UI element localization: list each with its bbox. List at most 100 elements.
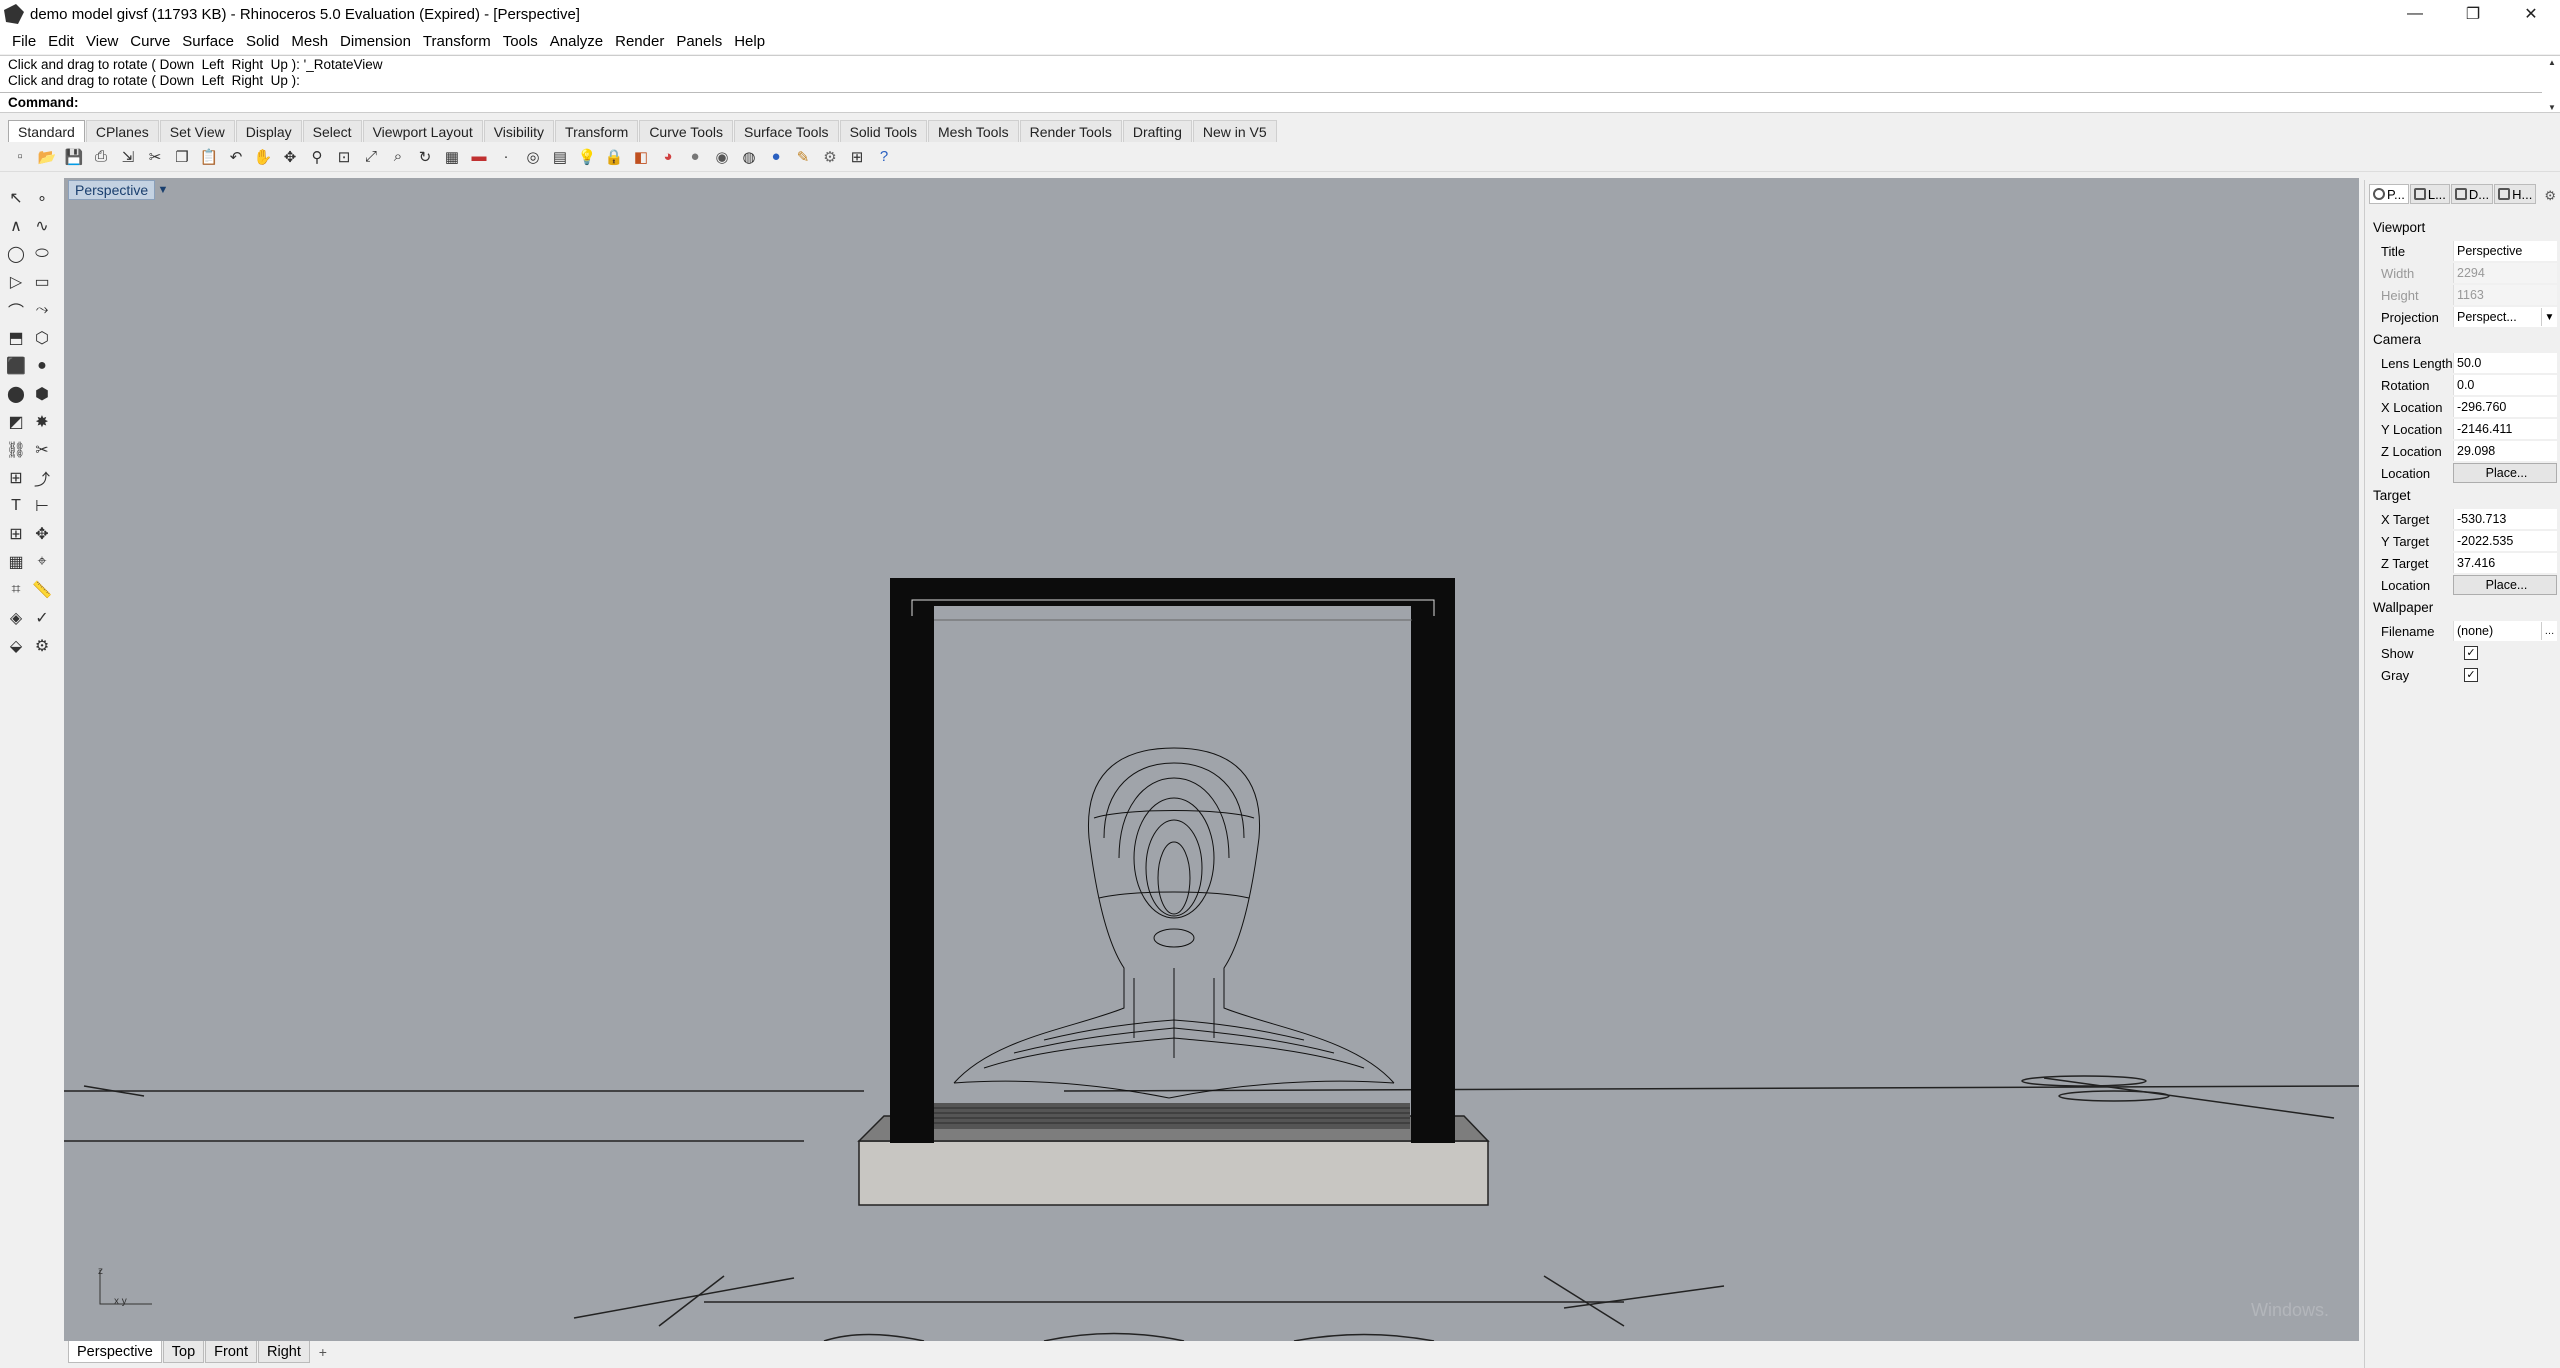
scroll-up-icon[interactable]: ▲ [2548,58,2556,67]
tab-visibility[interactable]: Visibility [483,120,555,142]
zoom-icon[interactable]: ⚲ [305,145,329,169]
extrude-icon[interactable]: ⬢ [30,382,54,406]
cylinder-icon[interactable]: ⬤ [4,382,28,406]
tab-display[interactable]: Display [235,120,302,142]
render-sphere-icon[interactable]: ◉ [710,145,734,169]
menu-edit[interactable]: Edit [42,33,80,50]
tab-curve-tools[interactable]: Curve Tools [639,120,733,142]
pan-icon[interactable]: ✋ [251,145,275,169]
help-icon[interactable]: ? [872,145,896,169]
light-bulb-icon[interactable]: 💡 [575,145,599,169]
scroll-down-icon[interactable]: ▼ [2548,103,2556,112]
offset-icon[interactable]: ⬡ [30,326,54,350]
y-location-field[interactable]: -2146.411 [2453,419,2557,439]
tab-standard[interactable]: Standard [8,120,85,142]
x-location-field[interactable]: -296.760 [2453,397,2557,417]
menu-view[interactable]: View [80,33,124,50]
save-icon[interactable]: 💾 [62,145,86,169]
menu-solid[interactable]: Solid [240,33,285,50]
y-target-field[interactable]: -2022.535 [2453,531,2557,551]
boolean-icon[interactable]: ◩ [4,410,28,434]
sphere-icon[interactable]: ● [30,354,54,378]
env-sphere-icon[interactable]: ◍ [737,145,761,169]
tab-help[interactable]: H... [2494,184,2537,204]
filename-field[interactable]: (none)… [2453,621,2557,641]
maximize-button[interactable]: ❐ [2444,0,2502,28]
gray-checkbox[interactable]: ✓ [2464,668,2478,682]
tab-mesh-tools[interactable]: Mesh Tools [928,120,1019,142]
menu-mesh[interactable]: Mesh [285,33,334,50]
zoom-selected-icon[interactable]: ⌕ [386,145,410,169]
z-location-field[interactable]: 29.098 [2453,441,2557,461]
lock-icon[interactable]: 🔒 [602,145,626,169]
color-wheel-icon[interactable]: ◕ [656,145,680,169]
tab-select[interactable]: Select [302,120,362,142]
viewport-label[interactable]: Perspective [68,180,156,200]
layer-icon[interactable]: ▤ [548,145,572,169]
open-icon[interactable]: 📂 [35,145,59,169]
tab-set-view[interactable]: Set View [159,120,235,142]
rotate-view-icon[interactable]: ↻ [413,145,437,169]
perspective-viewport[interactable]: Perspective ▼ z x y Windows. [64,178,2359,1341]
menu-dimension[interactable]: Dimension [334,33,417,50]
point-icon[interactable]: ∘ [30,186,54,210]
tab-top[interactable]: Top [162,1341,205,1363]
command-scrollbar[interactable]: ▲ ▼ [2546,58,2558,112]
ruler-icon[interactable]: 📏 [30,578,54,602]
undo-icon[interactable]: ↶ [224,145,248,169]
menu-file[interactable]: File [6,33,42,50]
target-icon[interactable]: ◎ [521,145,545,169]
settings-gear-icon[interactable]: ⚙ [818,145,842,169]
polygon-icon[interactable]: ▷ [4,270,28,294]
check-icon[interactable]: ✓ [30,606,54,630]
menu-help[interactable]: Help [728,33,771,50]
settings-icon[interactable]: ⚙ [30,634,54,658]
curve-from-object-icon[interactable]: ⤳ [30,298,54,322]
tab-properties[interactable]: P... [2369,184,2409,204]
explode-icon[interactable]: ✸ [30,410,54,434]
zoom-window-icon[interactable]: ⊡ [332,145,356,169]
tab-viewport-layout[interactable]: Viewport Layout [362,120,483,142]
fillet-icon[interactable]: ⬒ [4,326,28,350]
tab-front[interactable]: Front [205,1341,257,1363]
arc-icon[interactable]: ⌒ [4,298,28,322]
title-field[interactable]: Perspective [2453,241,2557,261]
browse-ellipsis-icon[interactable]: … [2541,622,2557,640]
tab-render-tools[interactable]: Render Tools [1019,120,1122,142]
menu-analyze[interactable]: Analyze [544,33,609,50]
z-target-field[interactable]: 37.416 [2453,553,2557,573]
viewport-menu-dropdown-icon[interactable]: ▼ [156,182,170,198]
ellipse-icon[interactable]: ⬭ [30,242,54,266]
select-arrow-icon[interactable]: ↖ [4,186,28,210]
close-button[interactable]: ✕ [2502,0,2560,28]
minimize-button[interactable]: — [2386,0,2444,28]
move-icon[interactable]: ✥ [30,522,54,546]
tab-perspective[interactable]: Perspective [68,1341,162,1363]
box-icon[interactable]: ⬛ [4,354,28,378]
curve-icon[interactable]: ∿ [30,214,54,238]
tab-layers[interactable]: L... [2409,184,2450,204]
menu-curve[interactable]: Curve [124,33,176,50]
target-place-button[interactable]: Place... [2453,575,2557,595]
grid-snap-icon[interactable]: ⌗ [4,578,28,602]
menu-surface[interactable]: Surface [176,33,240,50]
cut-icon[interactable]: ✂ [143,145,167,169]
menu-tools[interactable]: Tools [497,33,544,50]
analyze-icon[interactable]: ◈ [4,606,28,630]
material-icon[interactable]: ◧ [629,145,653,169]
group-icon[interactable]: ⊞ [4,466,28,490]
render-icon[interactable]: ⬙ [4,634,28,658]
copy-icon[interactable]: ❐ [170,145,194,169]
text-icon[interactable]: T [4,494,28,518]
sphere-icon[interactable]: ● [683,145,707,169]
tab-transform[interactable]: Transform [555,120,639,142]
tab-solid-tools[interactable]: Solid Tools [839,120,928,142]
tab-new-in-v5[interactable]: New in V5 [1192,120,1277,142]
lens-length-field[interactable]: 50.0 [2453,353,2557,373]
x-target-field[interactable]: -530.713 [2453,509,2557,529]
join-icon[interactable]: ⛓ [4,438,28,462]
command-input[interactable] [82,93,2542,112]
mesh-icon[interactable]: ▦ [4,550,28,574]
dimension-icon[interactable]: ⊢ [30,494,54,518]
array-icon[interactable]: ⊞ [4,522,28,546]
